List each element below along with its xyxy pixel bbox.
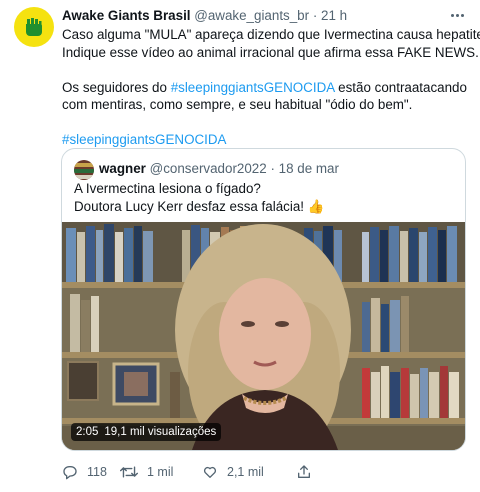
hashtag-link[interactable]: #sleepinggiantsGENOCIDA [62, 131, 472, 149]
more-icon[interactable] [446, 6, 468, 24]
reply-count: 118 [87, 465, 107, 479]
thumbs-up-emoji: 👍 [307, 199, 325, 214]
text-fragment: estão contraatacando [334, 79, 467, 95]
text-line: com mentiras, como sempre, e seu habitua… [62, 97, 413, 112]
text-line: Os seguidores do #sleepinggiantsGENOCIDA… [62, 79, 472, 97]
video-info-badge: 2:05 19,1 mil visualizações [71, 423, 222, 441]
avatar-stripe [74, 163, 94, 167]
avatar-stripe [74, 169, 94, 173]
tweet-text: Caso alguma "MULA" apareça dizendo que I… [62, 26, 480, 149]
text-fragment: Doutora Lucy Kerr desfaz essa falácia! [74, 199, 304, 214]
like-button[interactable]: 2,1 mil [202, 463, 264, 481]
text-line: Doutora Lucy Kerr desfaz essa falácia! 👍 [74, 198, 324, 216]
more-dot [455, 13, 459, 17]
more-dot [460, 13, 464, 17]
separator: · [312, 8, 318, 23]
video-views: 19,1 mil visualizações [104, 426, 217, 438]
quoted-author-handle[interactable]: @conservador2022 [150, 161, 267, 176]
hashtag-link[interactable]: #sleepinggiantsGENOCIDA [171, 80, 335, 95]
tweet[interactable]: Awake Giants Brasil @awake_giants_br · 2… [0, 0, 480, 492]
text-fragment: Os seguidores do [62, 79, 171, 95]
text-line: A Ivermectina lesiona o fígado? [74, 181, 261, 196]
quoted-author-name[interactable]: wagner [99, 161, 146, 176]
share-icon [298, 465, 310, 478]
action-bar: 118 1 mil 2,1 mil [62, 463, 462, 481]
video-frame [62, 222, 465, 450]
retweet-button[interactable]: 1 mil [120, 463, 173, 481]
reply-icon [63, 466, 77, 480]
text-line: Indique esse vídeo ao animal irracional … [62, 44, 479, 60]
like-count: 2,1 mil [227, 465, 264, 479]
timestamp[interactable]: 21 h [321, 8, 347, 23]
tweet-header: Awake Giants Brasil @awake_giants_br · 2… [62, 8, 347, 24]
quoted-avatar[interactable] [74, 160, 94, 180]
fist-logo-icon [26, 18, 42, 36]
separator: · [270, 161, 275, 176]
avatar-stripe [74, 175, 94, 179]
avatar[interactable] [14, 7, 54, 47]
video-duration: 2:05 [76, 426, 99, 438]
share-button[interactable] [296, 463, 312, 481]
quoted-date[interactable]: 18 de mar [279, 161, 339, 176]
like-icon [203, 466, 217, 478]
retweet-count: 1 mil [147, 465, 174, 479]
quoted-header: wagner @conservador2022 · 18 de mar [99, 161, 339, 177]
more-dot [450, 13, 454, 17]
reply-button[interactable]: 118 [62, 463, 107, 481]
text-line: Caso alguma "MULA" apareça dizendo que I… [62, 27, 480, 42]
quoted-text: A Ivermectina lesiona o fígado? Doutora … [74, 180, 324, 216]
retweet-icon [120, 466, 138, 478]
video-player[interactable]: 2:05 19,1 mil visualizações [62, 222, 465, 450]
author-handle[interactable]: @awake_giants_br [194, 8, 309, 23]
author-name[interactable]: Awake Giants Brasil [62, 8, 191, 23]
quoted-tweet[interactable]: wagner @conservador2022 · 18 de mar A Iv… [61, 148, 466, 451]
